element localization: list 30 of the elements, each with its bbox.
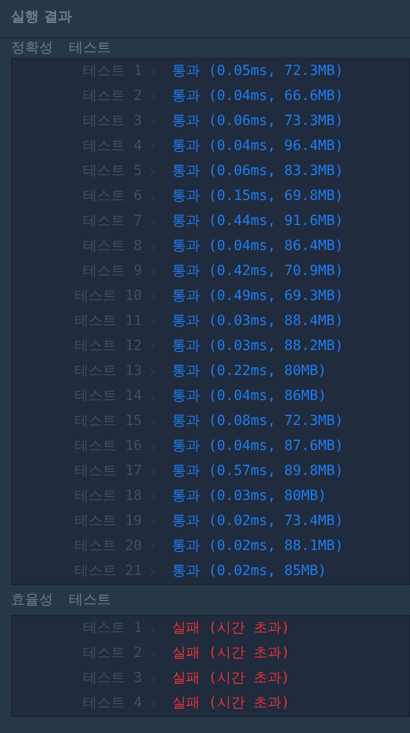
test-result: 통과 (0.04ms, 87.6MB) (172, 437, 344, 456)
test-result: 통과 (0.15ms, 69.8MB) (172, 187, 344, 206)
test-result: 통과 (0.04ms, 66.6MB) (172, 87, 344, 106)
test-result: 통과 (0.49ms, 69.3MB) (172, 287, 344, 306)
test-result: 통과 (0.03ms, 88.4MB) (172, 312, 344, 331)
test-result: 통과 (0.03ms, 80MB) (172, 487, 326, 506)
test-result: 통과 (0.02ms, 73.4MB) (172, 512, 344, 531)
test-result: 통과 (0.05ms, 72.3MB) (172, 62, 344, 81)
test-result: 실패 (시간 초과) (172, 644, 290, 663)
test-result: 통과 (0.03ms, 88.2MB) (172, 337, 344, 356)
test-result: 실패 (시간 초과) (172, 694, 290, 713)
test-result: 통과 (0.04ms, 86MB) (172, 387, 326, 406)
section-title: 효율성 (11, 590, 53, 610)
test-result: 통과 (0.02ms, 85MB) (172, 562, 326, 581)
test-result: 통과 (0.08ms, 72.3MB) (172, 412, 344, 431)
test-result: 통과 (0.22ms, 80MB) (172, 362, 326, 381)
panel-title: 실행 결과 (11, 9, 72, 25)
test-result: 실패 (시간 초과) (172, 669, 290, 688)
test-result: 실패 (시간 초과) (172, 619, 290, 638)
section-subtitle: 테스트 (69, 590, 111, 610)
test-result: 통과 (0.04ms, 96.4MB) (172, 137, 344, 156)
test-result: 통과 (0.57ms, 89.8MB) (172, 462, 344, 481)
test-result: 통과 (0.44ms, 91.6MB) (172, 212, 344, 231)
test-result: 통과 (0.02ms, 88.1MB) (172, 537, 344, 556)
test-result: 통과 (0.06ms, 73.3MB) (172, 112, 344, 131)
test-result: 통과 (0.42ms, 70.9MB) (172, 262, 344, 281)
test-result: 통과 (0.06ms, 83.3MB) (172, 162, 344, 181)
test-result: 통과 (0.04ms, 86.4MB) (172, 237, 344, 256)
section-subtitle: 테스트 (69, 38, 111, 58)
section-title: 정확성 (11, 38, 53, 58)
